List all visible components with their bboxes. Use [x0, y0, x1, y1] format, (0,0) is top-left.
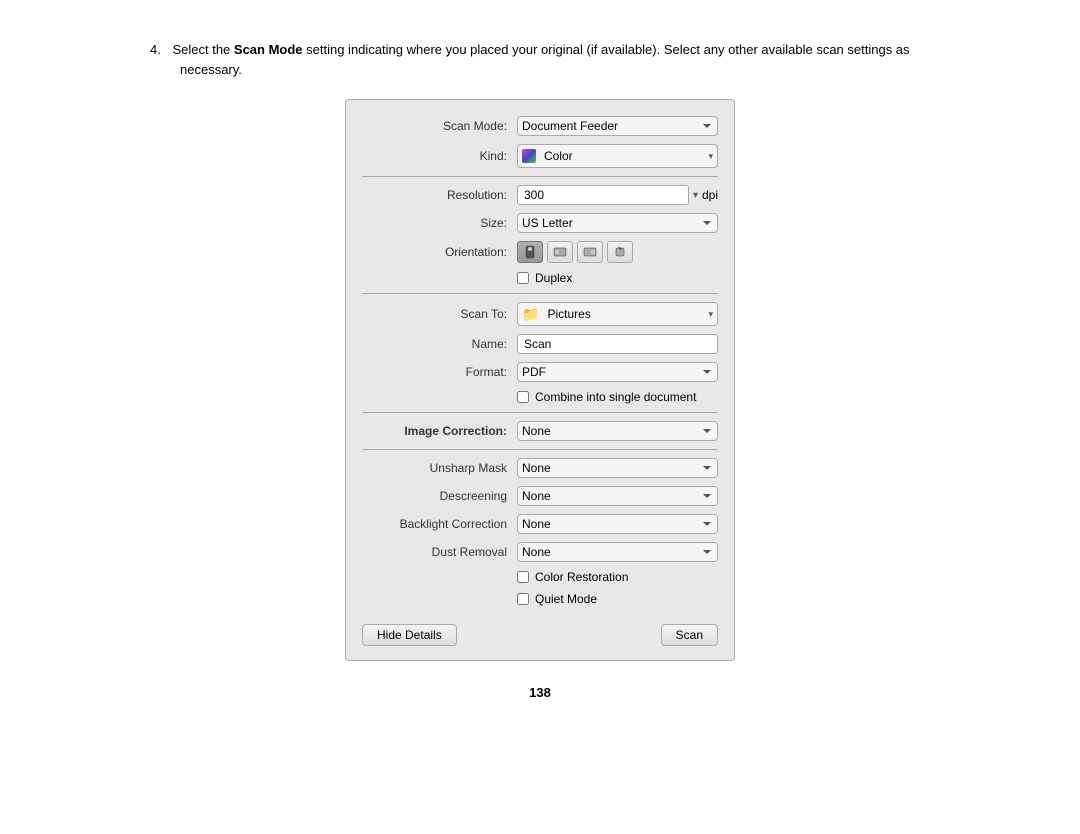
image-correction-label: Image Correction:	[362, 424, 507, 438]
combine-row: Combine into single document	[346, 390, 734, 404]
separator-2	[362, 293, 718, 294]
name-control	[517, 334, 718, 354]
folder-icon: 📁	[522, 306, 539, 323]
name-label: Name:	[362, 337, 507, 351]
image-correction-row: Image Correction: None Manual	[346, 421, 734, 441]
duplex-checkbox[interactable]	[517, 272, 529, 284]
resolution-control: ▾ dpi	[517, 185, 718, 205]
image-correction-select[interactable]: None Manual	[517, 421, 718, 441]
resolution-input[interactable]	[517, 185, 689, 205]
size-control: US Letter A4 Legal Auto	[517, 213, 718, 233]
instruction-before-bold: Select the	[172, 42, 233, 57]
list-number: 4.	[150, 40, 161, 60]
combine-control: Combine into single document	[517, 390, 718, 404]
name-input[interactable]	[517, 334, 718, 354]
color-restoration-row: Color Restoration	[346, 570, 734, 584]
format-select[interactable]: PDF JPEG TIFF PNG	[517, 362, 718, 382]
kind-label: Kind:	[362, 149, 507, 163]
page-content: 4. Select the Scan Mode setting indicati…	[150, 40, 930, 700]
dpi-label: dpi	[702, 188, 718, 202]
scan-to-label: Scan To:	[362, 307, 507, 321]
unsharp-mask-row: Unsharp Mask None Low Medium High	[346, 458, 734, 478]
quiet-mode-row: Quiet Mode	[346, 592, 734, 606]
kind-select[interactable]: Color Grayscale Black & White	[540, 147, 708, 165]
duplex-control: Duplex	[517, 271, 718, 285]
scan-to-chevron-icon: ▾	[708, 309, 713, 320]
orientation-label: Orientation:	[362, 245, 507, 259]
resolution-label: Resolution:	[362, 188, 507, 202]
kind-chevron-icon: ▾	[708, 151, 713, 162]
scan-to-wrapper: 📁 Pictures Desktop Documents ▾	[517, 302, 718, 326]
format-row: Format: PDF JPEG TIFF PNG	[346, 362, 734, 382]
separator-4	[362, 449, 718, 450]
descreening-select[interactable]: None Low Medium High	[517, 486, 718, 506]
resolution-row: Resolution: ▾ dpi	[346, 185, 734, 205]
backlight-correction-row: Backlight Correction None Low Medium Hig…	[346, 514, 734, 534]
color-restoration-checkbox[interactable]	[517, 571, 529, 583]
orientation-portrait-btn[interactable]	[517, 241, 543, 263]
instruction-bold: Scan Mode	[234, 42, 303, 57]
scan-mode-select[interactable]: Document Feeder Flatbed	[517, 116, 718, 136]
separator-1	[362, 176, 718, 177]
resolution-arrow-icon: ▾	[693, 190, 698, 201]
page-number: 138	[150, 685, 930, 700]
orientation-control	[517, 241, 718, 263]
backlight-correction-select[interactable]: None Low Medium High	[517, 514, 718, 534]
orientation-row: Orientation:	[346, 241, 734, 263]
orientation-landscape-right-btn[interactable]	[577, 241, 603, 263]
color-restoration-label: Color Restoration	[535, 570, 628, 584]
descreening-label: Descreening	[362, 489, 507, 503]
separator-3	[362, 412, 718, 413]
format-label: Format:	[362, 365, 507, 379]
size-select[interactable]: US Letter A4 Legal Auto	[517, 213, 718, 233]
descreening-row: Descreening None Low Medium High	[346, 486, 734, 506]
combine-label: Combine into single document	[535, 390, 696, 404]
bottom-buttons: Hide Details Scan	[346, 614, 734, 646]
hide-details-button[interactable]: Hide Details	[362, 624, 457, 646]
quiet-mode-label: Quiet Mode	[535, 592, 597, 606]
scan-dialog: Scan Mode: Document Feeder Flatbed Kind:…	[345, 99, 735, 661]
name-row: Name:	[346, 334, 734, 354]
backlight-correction-control: None Low Medium High	[517, 514, 718, 534]
unsharp-mask-select[interactable]: None Low Medium High	[517, 458, 718, 478]
orientation-landscape-left-btn[interactable]	[547, 241, 573, 263]
scan-mode-control: Document Feeder Flatbed	[517, 116, 718, 136]
descreening-control: None Low Medium High	[517, 486, 718, 506]
quiet-mode-control: Quiet Mode	[517, 592, 718, 606]
backlight-correction-label: Backlight Correction	[362, 517, 507, 531]
duplex-label: Duplex	[535, 271, 572, 285]
kind-row: Kind: Color Grayscale Black & White ▾	[346, 144, 734, 168]
orientation-rotate-btn[interactable]	[607, 241, 633, 263]
size-row: Size: US Letter A4 Legal Auto	[346, 213, 734, 233]
kind-control: Color Grayscale Black & White ▾	[517, 144, 718, 168]
dust-removal-select[interactable]: None Low Medium High	[517, 542, 718, 562]
scan-to-control: 📁 Pictures Desktop Documents ▾	[517, 302, 718, 326]
kind-color-icon	[522, 149, 536, 163]
scan-button[interactable]: Scan	[661, 624, 718, 646]
size-label: Size:	[362, 216, 507, 230]
instruction-text: 4. Select the Scan Mode setting indicati…	[150, 40, 930, 79]
format-control: PDF JPEG TIFF PNG	[517, 362, 718, 382]
dust-removal-control: None Low Medium High	[517, 542, 718, 562]
kind-select-wrapper: Color Grayscale Black & White ▾	[517, 144, 718, 168]
scan-to-row: Scan To: 📁 Pictures Desktop Documents ▾	[346, 302, 734, 326]
dust-removal-row: Dust Removal None Low Medium High	[346, 542, 734, 562]
image-correction-control: None Manual	[517, 421, 718, 441]
quiet-mode-checkbox[interactable]	[517, 593, 529, 605]
scan-mode-row: Scan Mode: Document Feeder Flatbed	[346, 116, 734, 136]
unsharp-mask-control: None Low Medium High	[517, 458, 718, 478]
dust-removal-label: Dust Removal	[362, 545, 507, 559]
scan-mode-label: Scan Mode:	[362, 119, 507, 133]
color-restoration-control: Color Restoration	[517, 570, 718, 584]
unsharp-mask-label: Unsharp Mask	[362, 461, 507, 475]
scan-to-select[interactable]: Pictures Desktop Documents	[543, 305, 704, 323]
duplex-row: Duplex	[346, 271, 734, 285]
combine-checkbox[interactable]	[517, 391, 529, 403]
